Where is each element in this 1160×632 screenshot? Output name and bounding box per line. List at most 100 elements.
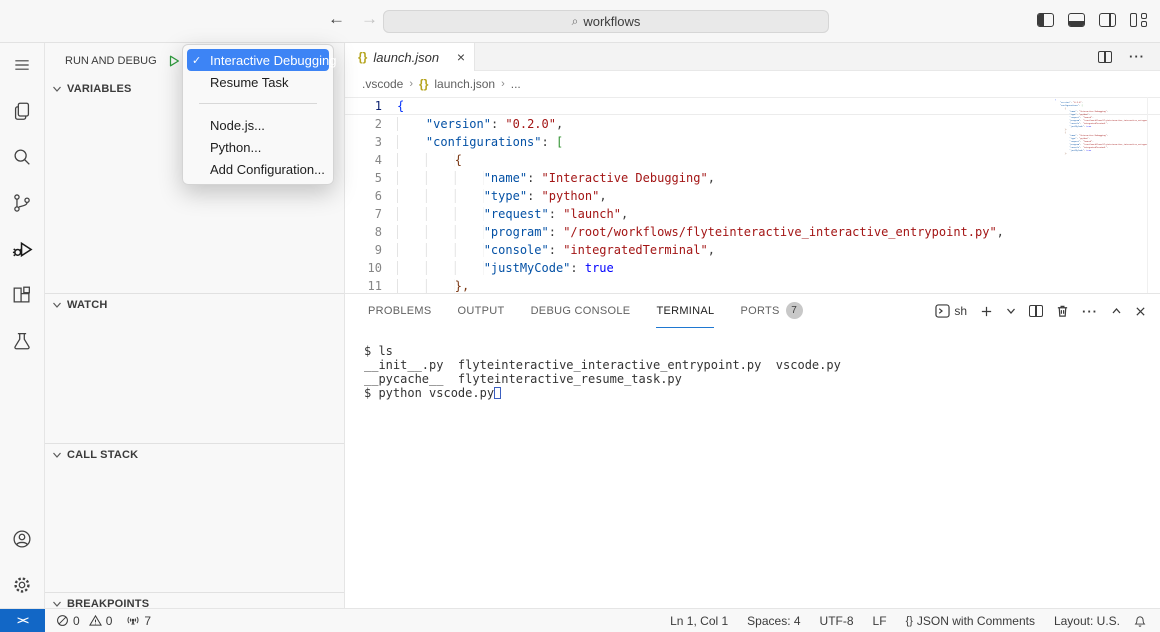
error-icon [56,614,69,627]
command-center-search[interactable]: ⌕ workflows [383,10,829,33]
line-number: 3 [345,133,397,151]
panel-tab-debug-console[interactable]: DEBUG CONSOLE [531,294,631,328]
kill-terminal-icon[interactable] [1056,304,1069,318]
editor-scrollbar[interactable] [1147,97,1160,293]
section-label: CALL STACK [67,449,138,461]
line-number: 5 [345,169,397,187]
breadcrumb-item[interactable]: ... [511,77,521,91]
panel-tab-terminal[interactable]: TERMINAL [656,294,714,328]
status-item[interactable]: UTF-8 [820,614,854,628]
code-line[interactable]: 10 "justMyCode": true [345,259,1160,277]
status-item[interactable]: {}JSON with Comments [906,614,1035,628]
new-terminal-icon[interactable] [980,305,993,318]
code-line[interactable]: 9 "console": "integratedTerminal", [345,241,1160,259]
bottom-panel: PROBLEMS OUTPUT DEBUG CONSOLE TERMINAL PORTS… [345,293,1160,608]
code-line[interactable]: 3 "configurations": [ [345,133,1160,151]
sidebar-title: RUN AND DEBUG [65,55,157,67]
toggle-primary-sidebar-icon[interactable] [1037,13,1054,27]
source-control-icon[interactable] [10,190,35,215]
code-text: "program": "/root/workflows/flyteinterac… [397,223,1004,241]
line-number: 6 [345,187,397,205]
launch-profile-chevron-icon[interactable] [1006,306,1016,316]
panel-tab-ports[interactable]: PORTS7 [740,294,802,328]
search-view-icon[interactable] [10,144,35,169]
remote-indicator[interactable]: >< [0,609,45,632]
problems-status[interactable]: 0 0 [56,614,112,628]
status-item[interactable]: LF [873,614,887,628]
terminal-cursor [494,387,501,399]
menu-item-label: Resume Task [210,75,289,90]
breadcrumb-item[interactable]: .vscode [362,77,403,91]
terminal-line: __pycache__ flyteinteractive_resume_task… [364,372,1160,386]
code-line[interactable]: 5 "name": "Interactive Debugging", [345,169,1160,187]
accounts-icon[interactable] [10,526,35,551]
split-editor-icon[interactable] [1098,51,1112,63]
code-line[interactable]: 6 "type": "python", [345,187,1160,205]
terminal-line: __init__.py flyteinteractive_interactive… [364,358,1160,372]
minimap-content: { "version": "0.2.0", "configurations": … [1055,99,1147,156]
breadcrumb-item[interactable]: launch.json [434,77,495,91]
code-lines: 1{2 "version": "0.2.0",3 "configurations… [345,97,1160,293]
watch-section: WATCH [45,293,344,443]
code-line[interactable]: 4 { [345,151,1160,169]
close-tab-icon[interactable]: × [457,50,465,64]
line-number: 11 [345,277,397,293]
menu-item[interactable]: Node.js... [187,114,329,136]
status-item[interactable]: Layout: U.S. [1054,614,1120,628]
panel-tab-output[interactable]: OUTPUT [458,294,505,328]
testing-icon[interactable] [10,328,35,353]
menu-item-label: Interactive Debugging [210,53,336,68]
code-line[interactable]: 1{ [345,97,1160,115]
code-line[interactable]: 2 "version": "0.2.0", [345,115,1160,133]
menu-item[interactable]: Python... [187,136,329,158]
toggle-panel-icon[interactable] [1068,13,1085,27]
code-line[interactable]: 8 "program": "/root/workflows/flyteinter… [345,223,1160,241]
forward-icon[interactable]: → [361,9,378,29]
menu-item-label: Add Configuration... [210,162,325,177]
notifications-bell-icon[interactable] [1133,614,1160,628]
settings-gear-icon[interactable] [10,572,35,597]
editor-group: {} launch.json × ··· .vscode › {} launch… [345,43,1160,608]
braces-icon: {} [906,615,913,627]
tab-label: launch.json [373,50,439,65]
split-terminal-icon[interactable] [1029,305,1043,317]
back-icon[interactable]: ← [328,9,345,29]
extensions-icon[interactable] [10,282,35,307]
line-number: 1 [345,97,397,115]
panel-tab-problems[interactable]: PROBLEMS [368,294,432,328]
code-text: "request": "launch", [397,205,628,223]
menu-icon[interactable] [10,52,35,77]
chevron-right-icon: › [409,78,413,90]
close-panel-icon[interactable] [1135,306,1146,317]
menu-item[interactable]: ✓Interactive Debugging [187,49,329,71]
menu-item[interactable]: Resume Task [187,71,329,93]
call-stack-section: CALL STACK [45,443,344,592]
config-dropdown: ✓Interactive Debugging Resume Task Node.js… [182,44,334,185]
toggle-secondary-sidebar-icon[interactable] [1099,13,1116,27]
code-line[interactable]: 7 "request": "launch", [345,205,1160,223]
start-debugging-button[interactable] [167,54,181,68]
customize-layout-icon[interactable] [1130,13,1147,27]
panel-more-actions-icon[interactable]: ··· [1082,304,1098,319]
run-and-debug-icon[interactable] [10,236,35,261]
call-stack-section-header[interactable]: CALL STACK [45,444,344,466]
code-editor[interactable]: 1{2 "version": "0.2.0",3 "configurations… [345,97,1160,293]
terminal-shell-tag[interactable]: sh [935,304,967,318]
terminal-output[interactable]: $ ls__init__.py flyteinteractive_interac… [345,328,1160,608]
menu-item[interactable]: Add Configuration... [187,158,329,180]
code-text: "configurations": [ [397,133,563,151]
chevron-down-icon [52,84,62,94]
activity-bar [0,43,45,608]
ports-status[interactable]: 7 [126,614,151,628]
ports-badge: 7 [786,302,803,319]
status-item[interactable]: Ln 1, Col 1 [670,614,728,628]
line-number: 4 [345,151,397,169]
status-item[interactable]: Spaces: 4 [747,614,800,628]
explorer-icon[interactable] [10,98,35,123]
watch-section-header[interactable]: WATCH [45,294,344,316]
more-actions-icon[interactable]: ··· [1129,49,1145,64]
tab-launch-json[interactable]: {} launch.json × [345,43,475,71]
code-line[interactable]: 11 }, [345,277,1160,293]
minimap[interactable]: { "version": "0.2.0", "configurations": … [1055,99,1147,179]
maximize-panel-icon[interactable] [1111,306,1122,316]
